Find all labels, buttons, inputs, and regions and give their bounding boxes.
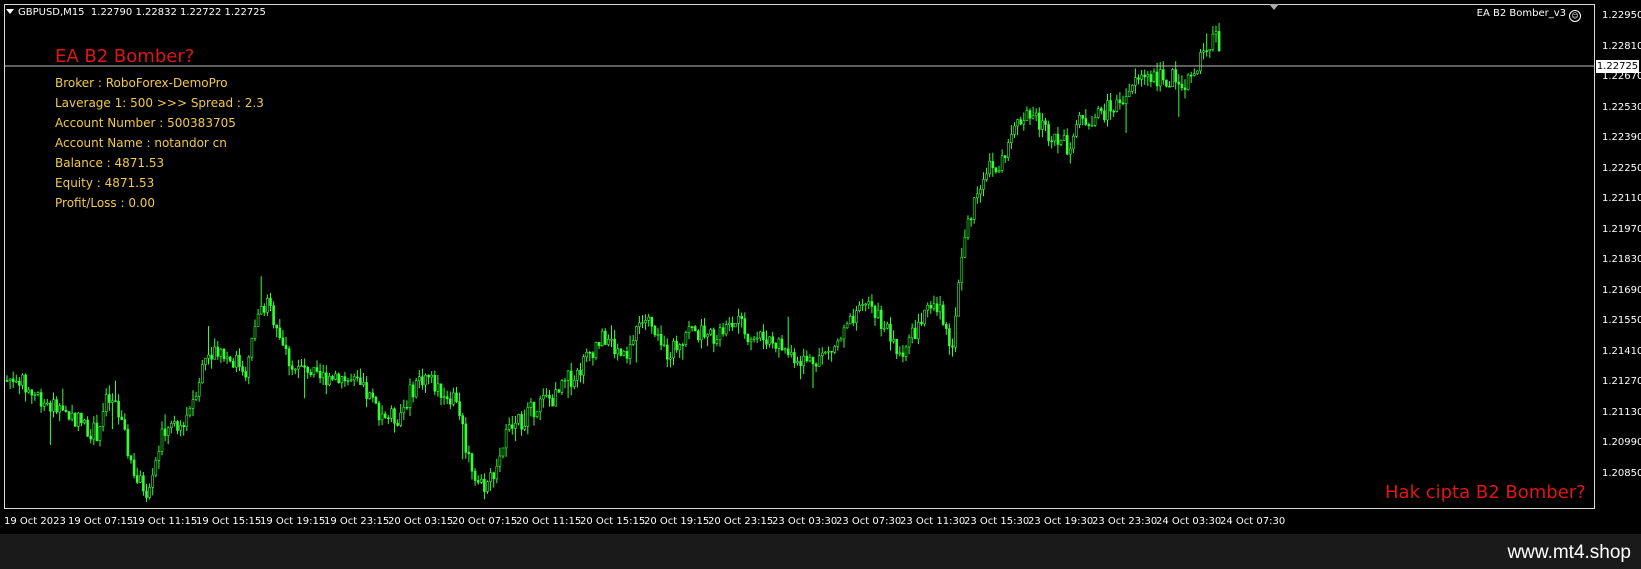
profit-loss-line: Profit/Loss : 0.00	[55, 196, 156, 210]
price-tick-label: 1.21690	[1602, 284, 1641, 296]
symbol-name: GBPUSD,M15	[18, 7, 85, 18]
copyright-text: Hak cipta B2 Bomber?	[1385, 482, 1586, 503]
time-tick-label: 20 Oct 19:15	[644, 516, 710, 527]
time-tick-label: 19 Oct 19:15	[260, 516, 326, 527]
equity-line: Equity : 4871.53	[55, 176, 155, 190]
time-tick-label: 23 Oct 07:30	[836, 516, 902, 527]
time-tick-label: 20 Oct 11:15	[516, 516, 582, 527]
balance-line: Balance : 4871.53	[55, 156, 165, 170]
price-tick-label: 1.21970	[1602, 223, 1641, 235]
open-price: 1.22790	[90, 7, 133, 18]
symbol-header: GBPUSD,M15 1.22790 1.22832 1.22722 1.227…	[6, 7, 266, 18]
chart-shift-marker[interactable]	[1269, 4, 1279, 10]
leverage-spread-line: Laverage 1: 500 >>> Spread : 2.3	[55, 96, 264, 110]
price-tick-label: 1.21270	[1602, 376, 1641, 387]
time-tick-label: 24 Oct 07:30	[1220, 516, 1286, 527]
price-tick-label: 1.22390	[1602, 132, 1641, 143]
time-tick-label: 23 Oct 23:30	[1092, 516, 1158, 527]
watermark: www.mt4.shop	[1507, 542, 1631, 563]
time-tick-label: 23 Oct 11:30	[900, 516, 966, 527]
broker-line: Broker : RoboForex-DemoPro	[55, 76, 228, 90]
time-tick-label: 20 Oct 03:15	[388, 516, 454, 527]
price-tick-label: 1.21830	[1602, 254, 1641, 265]
account-name-line: Account Name : notandor cn	[55, 136, 227, 150]
time-tick-label: 19 Oct 23:15	[324, 516, 390, 527]
price-tick-label: 1.21130	[1602, 406, 1641, 418]
time-tick-label: 19 Oct 15:15	[196, 516, 262, 527]
price-tick-label: 1.22250	[1602, 162, 1641, 174]
price-tick-label: 1.22530	[1602, 101, 1641, 113]
price-tick-label: 1.20850	[1602, 467, 1641, 479]
price-tick-label: 1.20990	[1602, 437, 1641, 448]
chart-frame	[4, 4, 1595, 509]
high-price: 1.22832	[135, 7, 177, 18]
price-tick-label: 1.21550	[1602, 315, 1641, 326]
chart-window[interactable]: GBPUSD,M15 1.22790 1.22832 1.22722 1.227…	[0, 0, 1641, 534]
time-tick-label: 23 Oct 19:30	[1028, 516, 1094, 527]
account-number-line: Account Number : 500383705	[55, 116, 236, 130]
time-tick-label: 20 Oct 23:15	[708, 516, 774, 527]
time-tick-label: 23 Oct 15:30	[964, 516, 1030, 527]
time-tick-label: 19 Oct 2023	[4, 516, 66, 527]
time-tick-label: 20 Oct 07:15	[452, 516, 518, 527]
ea-panel-title: EA B2 Bomber?	[55, 46, 195, 67]
expert-advisor-label[interactable]: EA B2 Bomber_v3 ☺	[1477, 8, 1581, 22]
price-tick-label: 1.22950	[1602, 10, 1641, 21]
price-tick-label: 1.21410	[1602, 345, 1641, 357]
time-tick-label: 23 Oct 03:30	[772, 516, 838, 527]
smiley-icon[interactable]: ☺	[1569, 10, 1581, 22]
time-tick-label: 19 Oct 07:15	[68, 516, 134, 527]
close-price: 1.22725	[224, 7, 266, 18]
footer-bar: www.mt4.shop	[0, 534, 1641, 569]
time-tick-label: 20 Oct 15:15	[580, 516, 646, 527]
low-price: 1.22722	[180, 7, 222, 18]
time-tick-label: 19 Oct 11:15	[132, 516, 198, 527]
dropdown-icon[interactable]	[6, 9, 14, 14]
current-price-label: 1.22725	[1596, 60, 1639, 73]
price-tick-label: 1.22110	[1602, 193, 1641, 204]
ea-name-text: EA B2 Bomber_v3	[1476, 8, 1566, 19]
time-tick-label: 24 Oct 03:30	[1156, 516, 1222, 527]
price-tick-label: 1.22810	[1602, 40, 1641, 52]
